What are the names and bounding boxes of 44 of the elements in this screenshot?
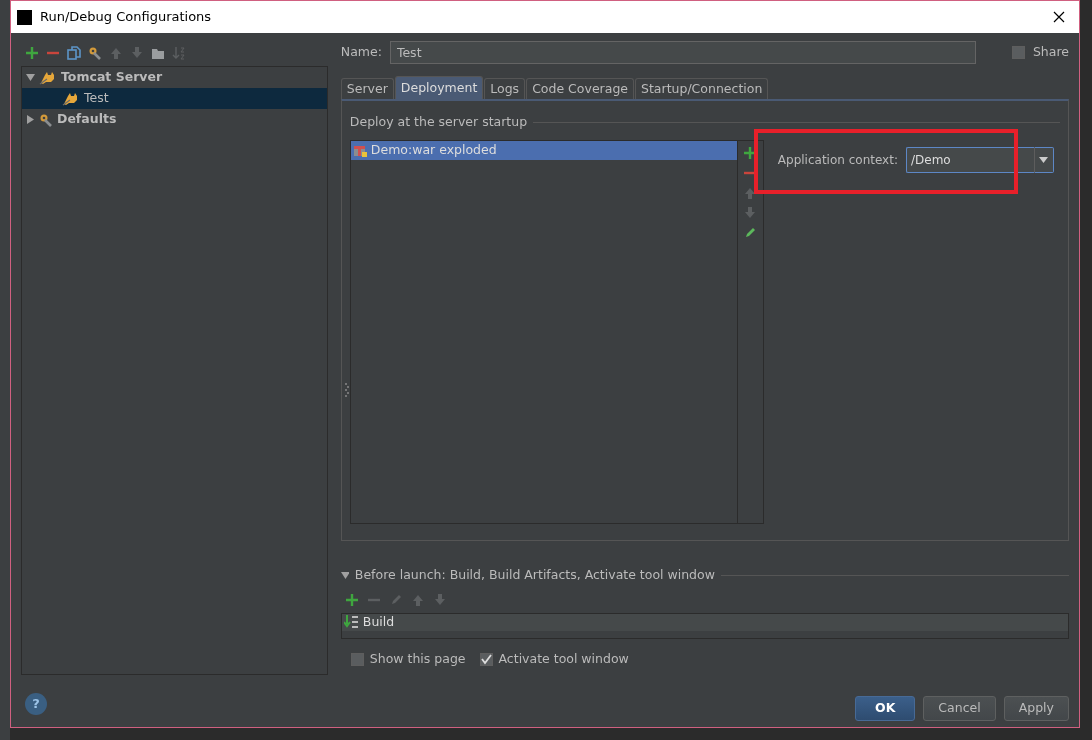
share-label: Share [1032, 43, 1069, 62]
wrench-icon[interactable] [88, 46, 102, 60]
help-button[interactable]: ? [25, 693, 47, 715]
tree-item[interactable]: Tomcat Server [22, 67, 327, 88]
collapse-arrow-icon[interactable] [340, 570, 349, 580]
context-label: Application context: [777, 151, 898, 169]
add-icon[interactable] [25, 46, 39, 60]
option-label: Activate tool window [498, 649, 629, 668]
wrench-icon [39, 112, 53, 127]
tab[interactable]: Startup/Connection [635, 78, 769, 99]
expand-arrow-icon[interactable] [26, 115, 35, 124]
context-field[interactable]: /Demo [905, 146, 1034, 173]
before-launch-title[interactable]: Before launch: Build, Build Artifacts, Activate tool window [354, 566, 715, 585]
add-icon[interactable] [344, 592, 359, 607]
tab[interactable]: Server [340, 78, 394, 99]
window-title: Run/Debug Configurations [40, 8, 212, 27]
option-label: Show this page [369, 649, 466, 668]
app-logo-icon [17, 9, 32, 25]
splitter-handle-icon[interactable] [345, 383, 349, 397]
tab[interactable]: Logs [484, 78, 526, 99]
tree-item[interactable]: Defaults [22, 109, 327, 130]
dialog-button[interactable]: OK [855, 696, 916, 721]
folder-icon[interactable] [151, 46, 165, 60]
dialog-button[interactable]: Apply [1003, 696, 1069, 721]
tree-item[interactable]: Test [22, 88, 327, 109]
dialog-button[interactable]: Cancel [923, 696, 996, 721]
collapse-arrow-icon[interactable] [26, 73, 35, 82]
tab[interactable]: Code Coverage [526, 78, 634, 99]
pencil-icon[interactable] [743, 225, 758, 240]
checkbox[interactable] [1011, 46, 1025, 59]
name-field[interactable]: Test [389, 41, 976, 64]
cat-icon [39, 70, 57, 85]
section-title: Deploy at the server startup [349, 113, 528, 131]
build-icon [343, 615, 360, 630]
cat-icon [62, 91, 80, 106]
checkbox[interactable] [479, 652, 493, 666]
name-label: Name: [340, 43, 382, 62]
close-icon[interactable] [1053, 11, 1065, 23]
checkbox[interactable] [350, 652, 364, 666]
task-item[interactable]: Build [341, 613, 1068, 631]
gift-box-icon [352, 143, 367, 158]
artifact-item[interactable]: Demo:war exploded [350, 140, 737, 160]
copy-icon[interactable] [67, 46, 81, 60]
tab[interactable]: Deployment [394, 76, 484, 99]
